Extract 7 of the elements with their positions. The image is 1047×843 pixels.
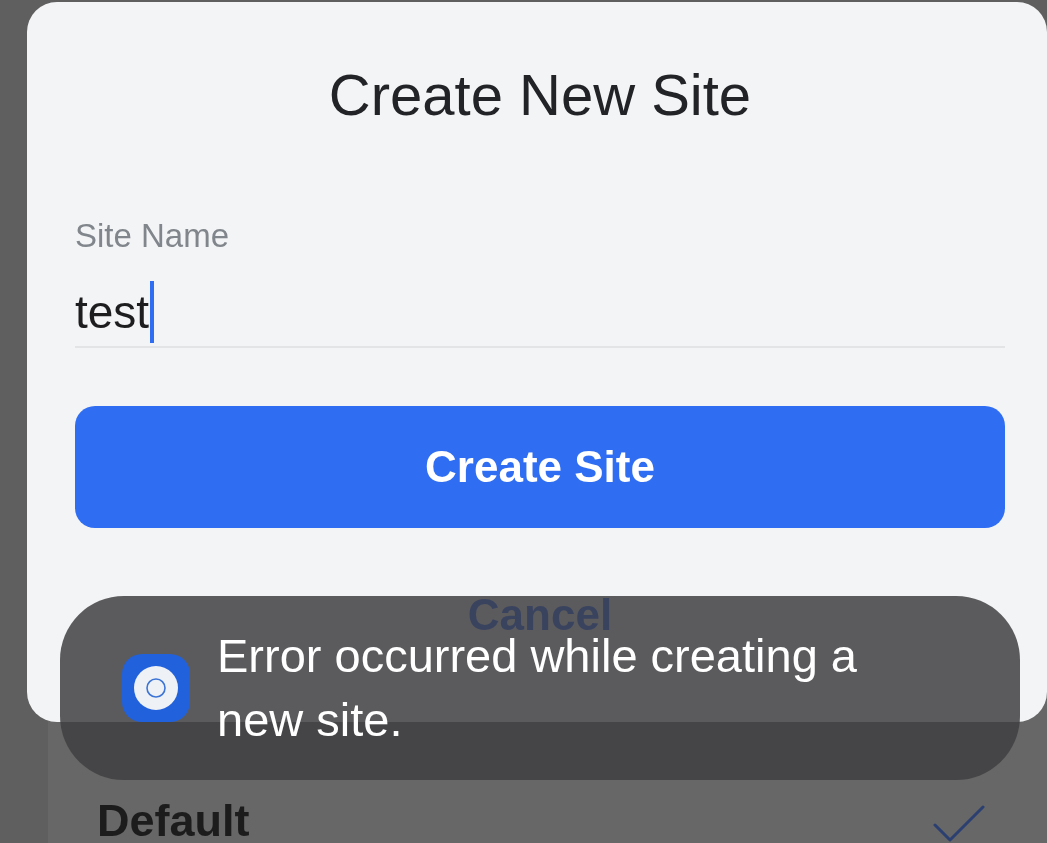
list-item-label[interactable]: Default: [97, 799, 250, 843]
app-icon: [122, 654, 190, 722]
dialog-title: Create New Site: [327, 61, 753, 129]
create-site-button[interactable]: Create Site: [75, 406, 1005, 528]
field-label: Site Name: [75, 216, 230, 256]
site-name-field[interactable]: test: [75, 278, 1005, 348]
toast-message: Error occurred while creating a new site.: [217, 629, 858, 748]
